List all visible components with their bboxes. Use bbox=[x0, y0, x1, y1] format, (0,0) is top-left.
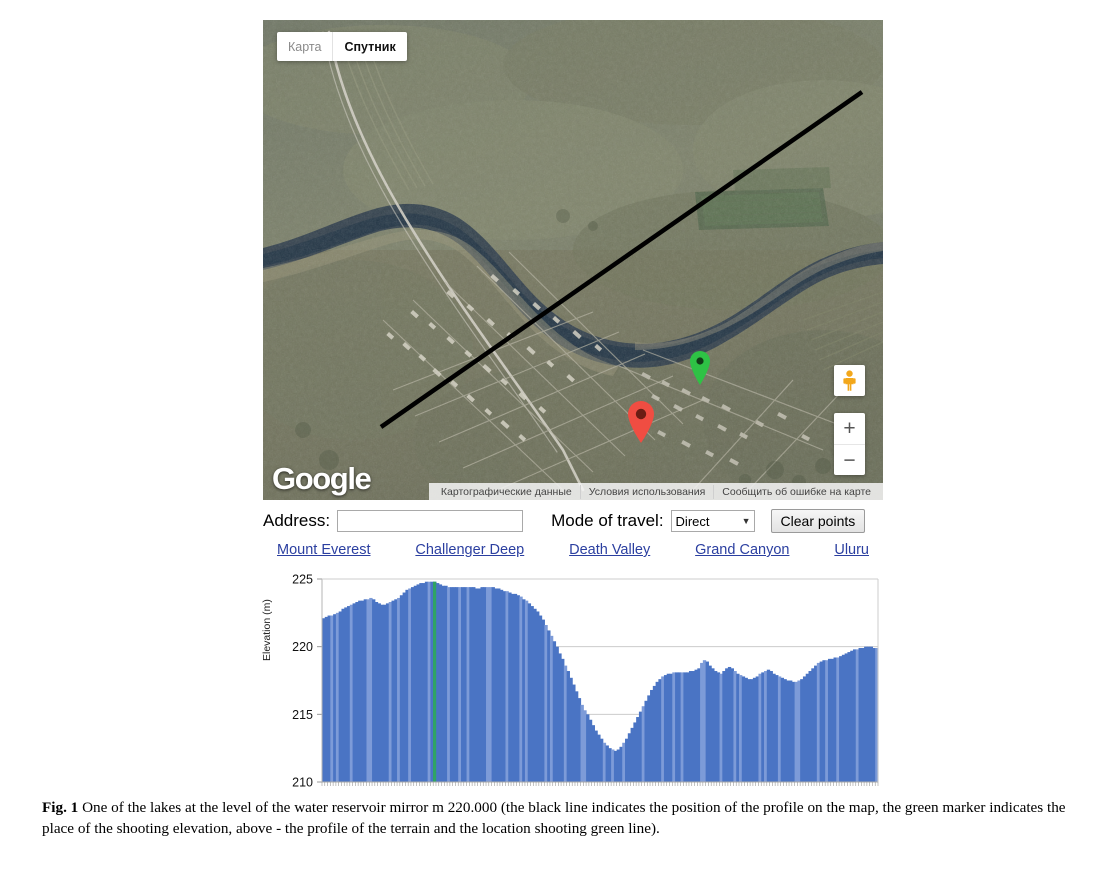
mode-of-travel-label: Mode of travel: bbox=[551, 511, 664, 530]
link-mount-everest[interactable]: Mount Everest bbox=[277, 542, 371, 558]
address-input[interactable] bbox=[337, 510, 524, 532]
clear-points-button[interactable]: Clear points bbox=[770, 509, 866, 533]
pegman-icon bbox=[843, 369, 856, 391]
svg-text:220: 220 bbox=[292, 640, 313, 654]
zoom-controls[interactable]: + − bbox=[834, 413, 865, 475]
link-uluru[interactable]: Uluru bbox=[834, 542, 869, 558]
svg-text:225: 225 bbox=[292, 573, 313, 587]
mode-of-travel-select[interactable]: Direct ▼ bbox=[670, 510, 755, 532]
map-type-selector[interactable]: Карта Спутник bbox=[277, 32, 407, 61]
google-logo: Google bbox=[272, 461, 372, 496]
elevation-profile-chart: Elevation (m) 210 215 220 225 bbox=[261, 569, 883, 797]
attribution-report-error[interactable]: Сообщить об ошибке на карте bbox=[713, 484, 879, 499]
elevation-chart-svg: 210 215 220 225 bbox=[292, 573, 879, 790]
figure-caption-text: One of the lakes at the level of the wat… bbox=[42, 799, 1066, 837]
google-logo-rest: oogle bbox=[294, 461, 372, 496]
form-controls-row: Address: Mode of travel: Direct ▼ Clear … bbox=[263, 505, 883, 537]
map-attribution-bar: Картографические данные Условия использо… bbox=[428, 483, 883, 500]
svg-text:210: 210 bbox=[292, 776, 313, 790]
zoom-out-button[interactable]: − bbox=[834, 444, 865, 476]
link-grand-canyon[interactable]: Grand Canyon bbox=[695, 542, 789, 558]
profile-line bbox=[379, 90, 864, 429]
figure-panel: Карта Спутник + − Google Картографически… bbox=[261, 20, 883, 797]
figure-page: Карта Спутник + − Google Картографически… bbox=[0, 0, 1112, 873]
google-map[interactable]: Карта Спутник + − Google Картографически… bbox=[263, 20, 883, 500]
pegman-street-view-button[interactable] bbox=[834, 365, 865, 396]
shooting-elevation-marker[interactable] bbox=[688, 350, 712, 386]
attribution-terms[interactable]: Условия использования bbox=[579, 484, 714, 499]
figure-caption: Fig. 1 One of the lakes at the level of … bbox=[42, 798, 1084, 839]
chevron-down-icon: ▼ bbox=[741, 516, 751, 526]
attribution-map-data[interactable]: Картографические данные bbox=[433, 485, 580, 499]
map-type-satellite[interactable]: Спутник bbox=[332, 32, 406, 61]
svg-text:215: 215 bbox=[292, 708, 313, 722]
figure-number: Fig. 1 bbox=[42, 799, 79, 816]
preset-location-links: Mount Everest Challenger Deep Death Vall… bbox=[263, 542, 883, 558]
google-logo-g: G bbox=[272, 461, 296, 496]
zoom-in-button[interactable]: + bbox=[834, 413, 865, 444]
link-death-valley[interactable]: Death Valley bbox=[569, 542, 650, 558]
map-type-roadmap[interactable]: Карта bbox=[277, 32, 332, 61]
start-point-marker[interactable] bbox=[626, 400, 656, 444]
address-label: Address: bbox=[263, 511, 331, 530]
link-challenger-deep[interactable]: Challenger Deep bbox=[415, 542, 524, 558]
mode-of-travel-value: Direct bbox=[675, 513, 710, 529]
